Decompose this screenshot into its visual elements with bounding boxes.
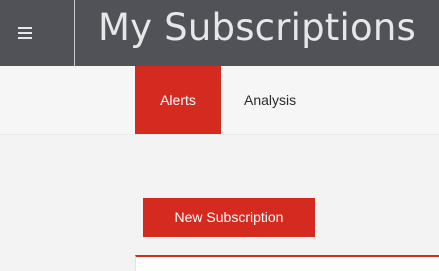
menu-button[interactable] [0,0,74,66]
app-header: My Subscriptions [0,0,439,66]
main-content: New Subscription [0,135,439,271]
tab-bar: Alerts Analysis [0,66,439,135]
subscriptions-panel [135,255,439,271]
new-subscription-button[interactable]: New Subscription [143,198,315,237]
tab-analysis[interactable]: Analysis [234,66,322,134]
tab-alerts[interactable]: Alerts [135,66,221,134]
page-title: My Subscriptions [98,6,416,49]
header-divider [74,0,75,66]
hamburger-menu-icon [18,27,32,39]
